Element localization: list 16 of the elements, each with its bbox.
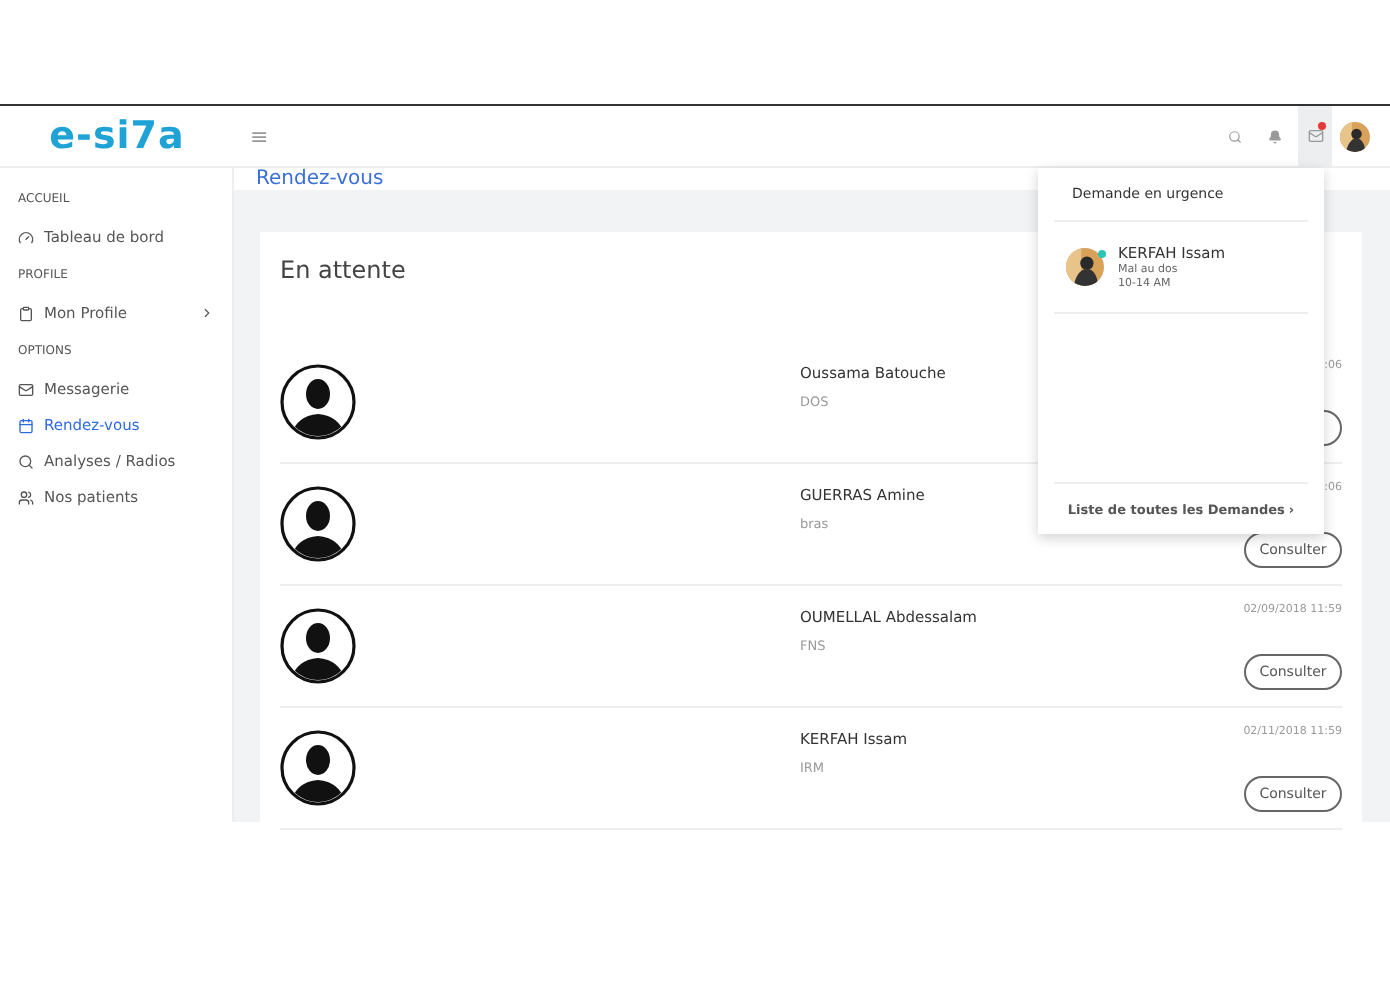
search-icon [18, 453, 34, 469]
logo: e-si7a [49, 114, 185, 158]
clipboard-icon [18, 305, 34, 321]
user-avatar-icon [280, 730, 356, 806]
page-title: Rendez-vous [256, 168, 384, 190]
card-title: En attente [280, 256, 406, 284]
mail-icon [18, 381, 34, 397]
profile-avatar [1340, 121, 1370, 151]
mail-icon[interactable] [1298, 106, 1332, 166]
gauge-icon [18, 229, 34, 245]
user-avatar-icon [280, 608, 356, 684]
user-avatar-icon [280, 364, 356, 440]
people-icon [18, 489, 34, 505]
user-avatar-icon [280, 486, 356, 562]
calendar-icon [18, 417, 34, 433]
patient-photo [1066, 248, 1104, 286]
